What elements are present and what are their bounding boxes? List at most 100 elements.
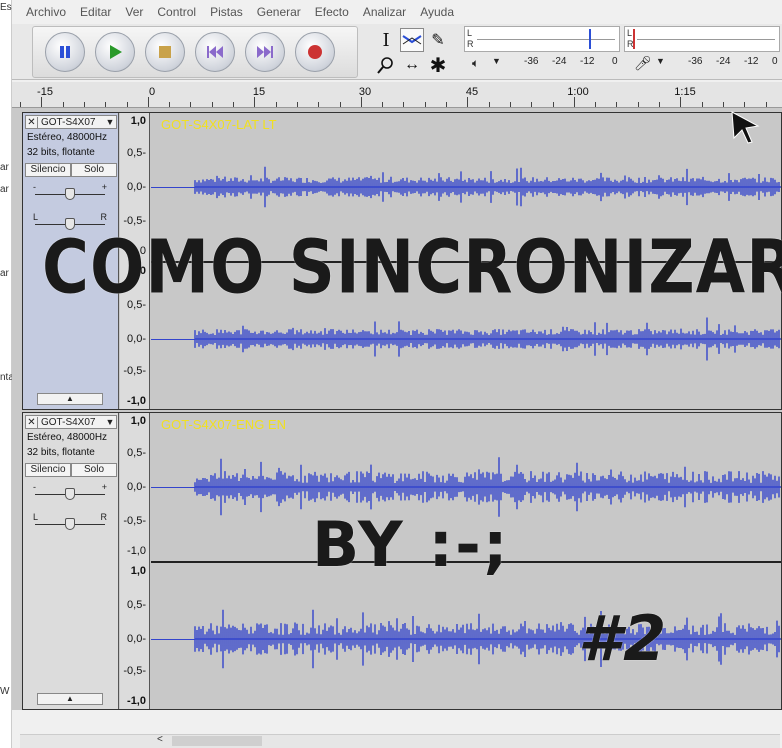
scrollbar-thumb[interactable] xyxy=(172,736,262,746)
pan-left-label: L xyxy=(33,512,39,522)
solo-button[interactable]: Solo xyxy=(71,163,117,177)
magnifier-icon xyxy=(377,57,393,74)
ruler-tick xyxy=(20,102,21,107)
ruler-label: 0 xyxy=(148,86,156,98)
menu-generar[interactable]: Generar xyxy=(257,5,301,19)
ruler-tick xyxy=(637,102,639,107)
chevron-down-icon[interactable]: ▼ xyxy=(492,56,501,66)
ruler-tick xyxy=(701,102,703,107)
menu-ver[interactable]: Ver xyxy=(125,5,143,19)
ruler-tick xyxy=(233,102,234,107)
collapse-track-button[interactable]: ▲ xyxy=(37,393,103,405)
ruler-tick xyxy=(147,97,149,107)
zoom-tool[interactable] xyxy=(374,53,398,77)
horizontal-scrollbar[interactable] xyxy=(20,734,780,748)
multi-tool[interactable]: ✱ xyxy=(426,53,450,77)
record-button[interactable] xyxy=(295,32,335,72)
stop-button[interactable] xyxy=(145,32,185,72)
meter-label: L xyxy=(467,28,473,38)
pan-right-label: R xyxy=(100,212,108,222)
play-meter[interactable]: L R xyxy=(464,26,620,52)
menu-control[interactable]: Control xyxy=(157,5,196,19)
track-control-panel[interactable]: ✕ GOT-S4X07 ▼ Estéreo, 48000Hz 32 bits, … xyxy=(23,413,119,709)
amp-label: 0,5- xyxy=(127,447,146,459)
chevron-down-icon[interactable]: ▼ xyxy=(104,417,116,427)
ruler-tick xyxy=(296,102,298,107)
menu-archivo[interactable]: Archivo xyxy=(26,5,66,19)
ruler-tick xyxy=(275,102,277,107)
overlay-number: #2 xyxy=(578,602,669,675)
background-window-strip: Es ar ar ar nta W xyxy=(0,0,14,748)
slider-thumb[interactable] xyxy=(65,488,75,500)
horizontal-scrollbar-area: < xyxy=(12,712,782,748)
strip-text: W xyxy=(0,686,10,697)
chevron-down-icon[interactable]: ▼ xyxy=(104,117,116,127)
pan-slider[interactable]: L R xyxy=(31,512,109,533)
draw-tool[interactable]: ✎ xyxy=(426,28,450,52)
meter-scale: -12 xyxy=(580,56,595,67)
ruler-tick xyxy=(424,102,426,107)
amp-label: -1,0 xyxy=(127,395,146,407)
mute-button[interactable]: Silencio xyxy=(25,163,71,177)
solo-button[interactable]: Solo xyxy=(71,463,117,477)
speaker-icon[interactable]: 🔈︎ xyxy=(472,56,479,71)
track-format: Estéreo, 48000Hz xyxy=(27,432,108,443)
mute-button[interactable]: Silencio xyxy=(25,463,71,477)
stop-icon xyxy=(159,46,171,58)
overlay-byline: BY :-; xyxy=(312,508,510,581)
amp-label: 0,5- xyxy=(127,147,146,159)
overlay-title: COMO SINCRONIZAR xyxy=(42,226,782,312)
strip-text: ar xyxy=(0,184,9,195)
pause-button[interactable] xyxy=(45,32,85,72)
ruler-label: -15 xyxy=(37,86,53,98)
timeshift-tool[interactable]: ↔ xyxy=(400,53,424,77)
menu-pistas[interactable]: Pistas xyxy=(210,5,243,19)
microphone-icon[interactable]: 🎤︎ xyxy=(634,55,652,72)
play-icon xyxy=(110,45,122,59)
menu-ayuda[interactable]: Ayuda xyxy=(420,5,454,19)
timeline-ruler[interactable]: -15 0 15 30 45 1:00 1:15 xyxy=(12,82,782,108)
ruler-tick xyxy=(467,97,469,107)
mouse-cursor-icon xyxy=(731,111,760,144)
ruler-tick xyxy=(680,97,682,107)
skip-start-button[interactable] xyxy=(195,32,235,72)
close-icon[interactable]: ✕ xyxy=(26,116,38,128)
gain-slider[interactable]: - + xyxy=(31,182,109,203)
menu-editar[interactable]: Editar xyxy=(80,5,111,19)
ibeam-icon: I xyxy=(382,29,390,51)
menu-efecto[interactable]: Efecto xyxy=(315,5,349,19)
track-name-menu[interactable]: ✕ GOT-S4X07 ▼ xyxy=(25,115,117,129)
gain-plus-label: + xyxy=(101,482,107,492)
menu-analizar[interactable]: Analizar xyxy=(363,5,406,19)
amp-label: -0,5- xyxy=(123,665,146,677)
track-name-menu[interactable]: ✕ GOT-S4X07 ▼ xyxy=(25,415,117,429)
record-meter[interactable]: L R xyxy=(624,26,780,52)
ruler-tick xyxy=(765,102,767,107)
amp-label: -0,5- xyxy=(123,515,146,527)
ruler-tick xyxy=(595,102,597,107)
slider-thumb[interactable] xyxy=(65,188,75,200)
chevron-down-icon[interactable]: ▼ xyxy=(656,56,665,66)
chevron-left-icon[interactable]: < xyxy=(157,734,163,745)
track-name: GOT-S4X07 xyxy=(41,416,96,428)
ruler-tick xyxy=(403,102,405,107)
slider-thumb[interactable] xyxy=(65,518,75,530)
collapse-track-button[interactable]: ▲ xyxy=(37,693,103,705)
skip-end-button[interactable] xyxy=(245,32,285,72)
ruler-tick xyxy=(382,102,384,107)
close-icon[interactable]: ✕ xyxy=(26,416,38,428)
ruler-tick xyxy=(360,97,362,107)
envelope-tool[interactable] xyxy=(400,28,424,52)
gain-slider[interactable]: - + xyxy=(31,482,109,503)
tracks-area: ✕ GOT-S4X07 ▼ Estéreo, 48000Hz 32 bits, … xyxy=(12,108,782,710)
ruler-tick xyxy=(659,102,660,107)
meter-scale: 0 xyxy=(612,56,618,67)
play-button[interactable] xyxy=(95,32,135,72)
ruler-tick xyxy=(83,102,85,107)
pan-left-label: L xyxy=(33,212,39,222)
amp-label: 0,0- xyxy=(127,333,146,345)
ruler-tick xyxy=(190,102,192,107)
pencil-icon: ✎ xyxy=(431,32,445,49)
selection-tool[interactable]: I xyxy=(374,28,398,52)
gain-plus-label: + xyxy=(101,182,107,192)
